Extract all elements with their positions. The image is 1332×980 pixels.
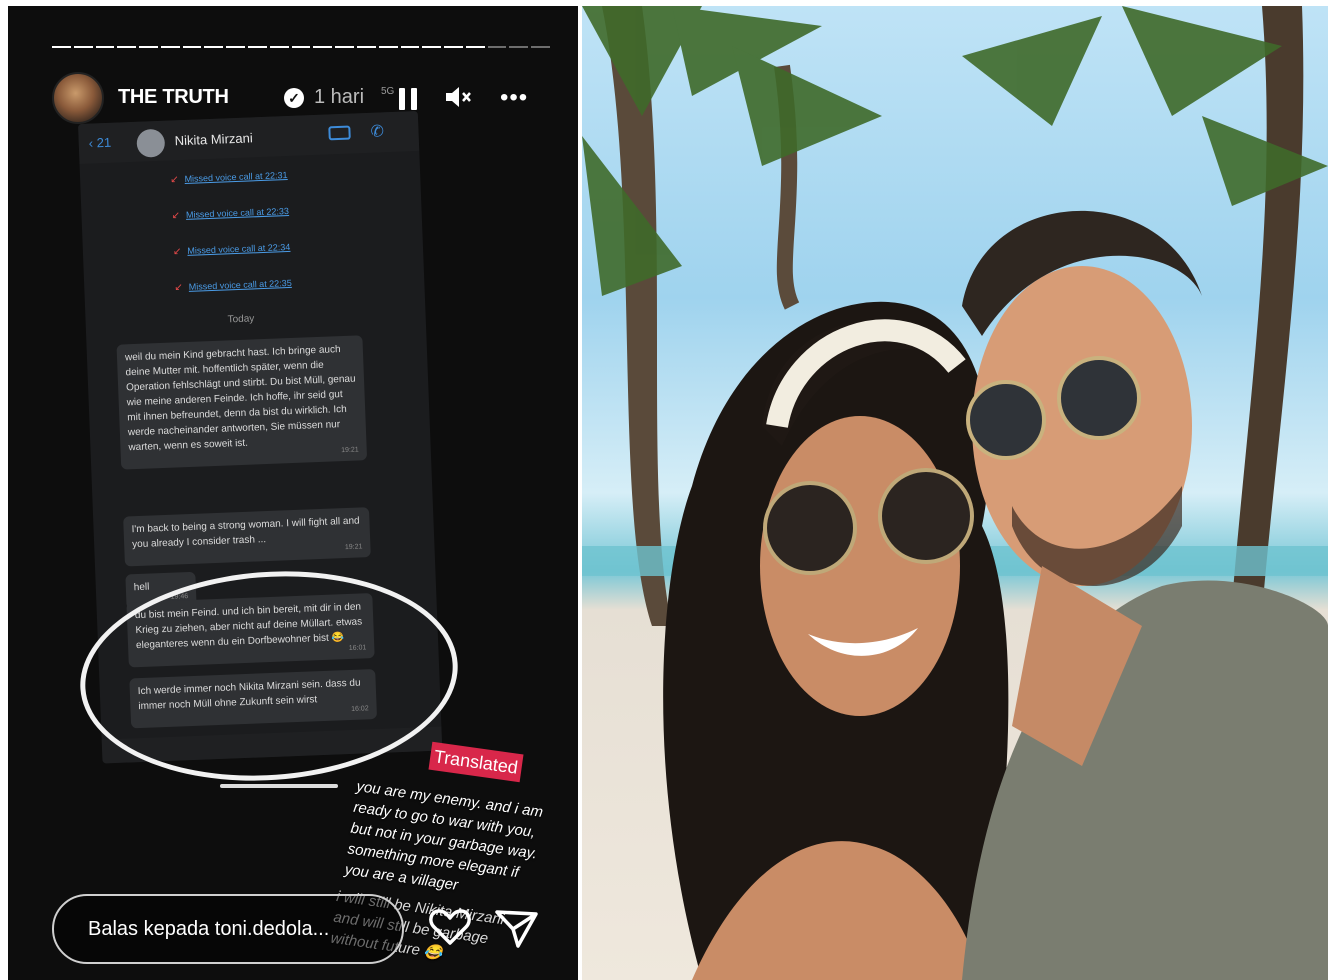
date-separator: Today	[227, 313, 255, 326]
missed-call-icon: ↙	[172, 246, 182, 258]
phone-icon: ✆	[370, 123, 385, 141]
video-call-icon	[328, 125, 351, 141]
missed-call-icon: ↙	[170, 174, 179, 186]
story-time: 1 hari	[314, 86, 365, 108]
story-username[interactable]: THE TRUTH	[118, 86, 229, 109]
avatar[interactable]	[52, 72, 104, 124]
story-progress	[52, 46, 550, 48]
missed-call: ↙ Missed voice call at 22:31	[170, 169, 288, 186]
contact-avatar	[136, 128, 166, 158]
heart-icon[interactable]	[426, 902, 474, 950]
network-indicator: 5G	[381, 86, 395, 97]
couple-photo	[582, 6, 1328, 980]
home-indicator	[220, 784, 338, 788]
missed-call: ↙ Missed voice call at 22:34	[172, 241, 291, 258]
missed-call: ↙ Missed voice call at 22:35	[174, 277, 292, 294]
mute-icon[interactable]	[444, 84, 476, 112]
send-icon[interactable]	[492, 904, 540, 952]
missed-call-icon: ↙	[174, 282, 183, 294]
more-icon[interactable]: •••	[500, 84, 528, 112]
contact-name: Nikita Mirzani	[174, 130, 253, 149]
missed-call: ↙ Missed voice call at 22:33	[171, 205, 290, 222]
translation-text: you are my enemy. and i am ready to go t…	[343, 777, 545, 894]
message-bubble: I'm back to being a strong woman. I will…	[123, 507, 371, 567]
reply-placeholder: Balas kepada toni.dedola...	[88, 918, 330, 940]
missed-call-icon: ↙	[171, 210, 181, 222]
pause-icon[interactable]	[397, 86, 421, 112]
translated-tag: Translated	[428, 741, 524, 783]
reply-input[interactable]: Balas kepada toni.dedola...	[52, 894, 404, 964]
message-bubble: weil du mein Kind gebracht hast. Ich bri…	[116, 335, 368, 470]
story-viewer: THE TRUTH ✓ 1 hari 5G ••• ‹ 21 Nikita Mi…	[8, 6, 578, 980]
verified-icon: ✓	[284, 88, 304, 108]
back-button: ‹ 21	[88, 134, 112, 151]
